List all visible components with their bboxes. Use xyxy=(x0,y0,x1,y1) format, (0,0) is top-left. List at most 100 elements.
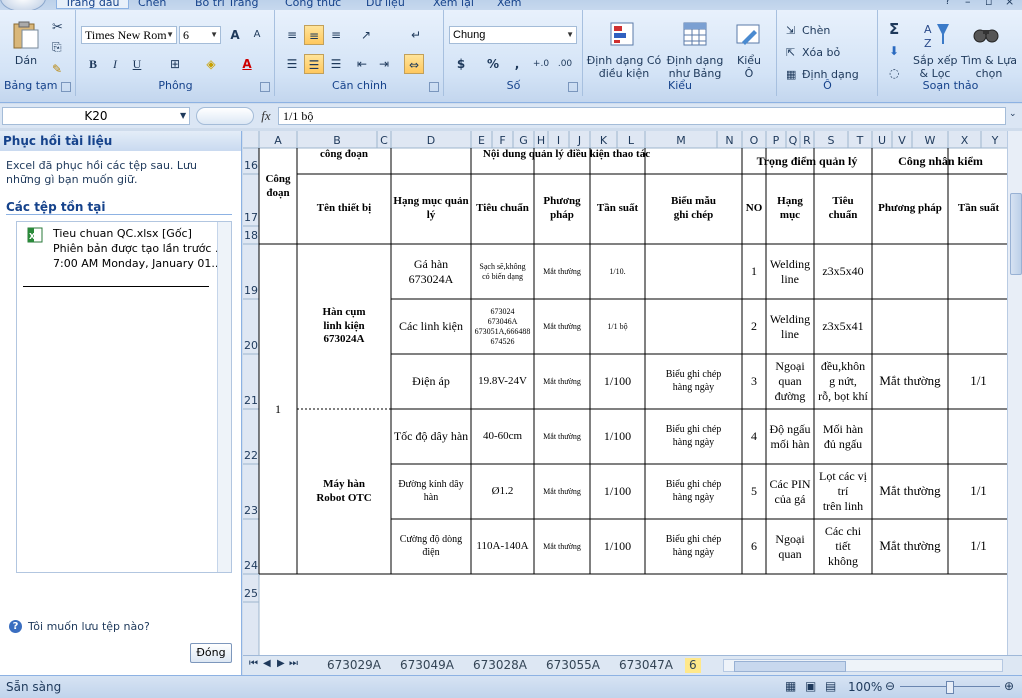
grow-font-button[interactable]: A xyxy=(225,25,245,45)
table-cell[interactable] xyxy=(872,409,948,464)
header-cell[interactable]: Hạng mục xyxy=(766,174,814,244)
autosum-button[interactable]: Σ xyxy=(889,20,899,38)
column-header[interactable]: J xyxy=(577,134,581,147)
header-cell[interactable]: NO xyxy=(742,174,766,244)
close-pane-button[interactable]: Đóng xyxy=(190,643,232,663)
table-cell[interactable]: đều,khôn g nứt, rỗ, bọt khí xyxy=(814,354,872,409)
sheet-tab[interactable]: 673028A xyxy=(473,658,527,673)
cell-styles-icon[interactable] xyxy=(734,20,764,50)
minimize-icon[interactable]: – xyxy=(965,0,971,8)
restore-icon[interactable]: ▫ xyxy=(985,0,992,8)
no-cell[interactable]: 5 xyxy=(742,464,766,519)
column-header[interactable]: K xyxy=(600,134,608,147)
column-header[interactable]: H xyxy=(537,134,545,147)
table-cell[interactable]: Mối hàn đủ ngấu xyxy=(814,409,872,464)
insert-button[interactable]: Chèn xyxy=(802,24,830,37)
table-cell[interactable]: Mắt thường xyxy=(534,464,590,519)
table-cell[interactable]: Đường kính dây hàn xyxy=(391,464,471,519)
name-box[interactable]: K20 xyxy=(2,107,190,125)
find-select-button[interactable]: Tìm & Lựa chọn xyxy=(961,54,1017,80)
column-header[interactable]: M xyxy=(676,134,686,147)
zoom-level[interactable]: 100% xyxy=(848,680,882,694)
table-cell[interactable]: 1/100 xyxy=(590,519,645,574)
column-header[interactable]: R xyxy=(803,134,811,147)
zoom-slider-thumb[interactable] xyxy=(946,681,954,694)
table-cell[interactable]: Mắt thường xyxy=(534,409,590,464)
font-launcher-icon[interactable] xyxy=(260,82,270,92)
sheet-tab-active[interactable]: 6 xyxy=(685,658,701,673)
row-header[interactable]: 18 xyxy=(244,229,258,242)
sheet-tab[interactable]: 673029A xyxy=(327,658,381,673)
cut-icon[interactable]: ✂ xyxy=(52,20,63,35)
delete-button[interactable]: Xóa bỏ xyxy=(802,46,840,59)
number-launcher-icon[interactable] xyxy=(568,82,578,92)
table-cell[interactable]: Ngoại quan đường xyxy=(766,354,814,409)
header-cell[interactable]: Công nhân kiểm xyxy=(872,148,1007,174)
number-format-combo[interactable]: Chung ▼ xyxy=(449,26,577,44)
table-cell[interactable]: 1/1 xyxy=(948,464,1007,519)
sheet-tab[interactable]: 673047A xyxy=(619,658,673,673)
no-cell[interactable]: 3 xyxy=(742,354,766,409)
expand-formula-icon[interactable]: ⌄ xyxy=(1009,109,1017,119)
recovery-file-item[interactable]: X Tieu chuan QC.xlsx [Gốc] Phiên bản đượ… xyxy=(19,224,225,284)
header-cell[interactable]: Biểu mẫu ghi chép xyxy=(645,174,742,244)
italic-button[interactable]: I xyxy=(105,54,125,74)
font-size-combo[interactable]: 6 ▼ xyxy=(179,26,221,44)
sort-filter-icon[interactable]: AZ xyxy=(921,20,951,50)
table-cell[interactable]: Welding line xyxy=(766,299,814,354)
table-cell[interactable]: 40-60cm xyxy=(471,409,534,464)
column-header[interactable]: C xyxy=(380,134,388,147)
sheet-tab[interactable]: 673049A xyxy=(400,658,454,673)
comma-button[interactable]: , xyxy=(507,54,527,74)
table-cell[interactable]: Biểu ghi chép hàng ngày xyxy=(645,354,742,409)
table-cell[interactable]: Độ ngấu mối hàn xyxy=(766,409,814,464)
align-center-icon[interactable]: ☰ xyxy=(304,54,324,74)
fill-icon[interactable]: ⬇ xyxy=(889,44,899,58)
tab-formulas[interactable]: Công thức xyxy=(285,0,341,9)
header-cell[interactable]: Tần suất xyxy=(590,174,645,244)
column-header[interactable]: Q xyxy=(789,134,798,147)
column-header[interactable]: F xyxy=(499,134,505,147)
table-cell[interactable]: Các chi tiết không xyxy=(814,519,872,574)
column-header[interactable]: S xyxy=(828,134,835,147)
header-cell[interactable]: Tần suất xyxy=(948,174,1007,244)
prev-sheet-icon[interactable]: ◀ xyxy=(263,658,271,669)
increase-indent-icon[interactable]: ⇥ xyxy=(374,54,394,74)
first-sheet-icon[interactable]: ⏮ xyxy=(249,658,258,669)
table-cell[interactable]: Biểu ghi chép hàng ngày xyxy=(645,519,742,574)
format-table-button[interactable]: Định dạng như Bảng xyxy=(664,54,726,80)
row-header[interactable]: 19 xyxy=(244,284,258,297)
table-cell[interactable]: 673024 673046A 673051A,666488 674526 xyxy=(471,299,534,354)
table-cell[interactable]: Điện áp xyxy=(391,354,471,409)
header-cell[interactable]: Trọng điểm quản lý xyxy=(742,148,872,174)
pane-list-scrollbar[interactable] xyxy=(217,222,231,572)
next-sheet-icon[interactable]: ▶ xyxy=(277,658,285,669)
tab-insert[interactable]: Chèn xyxy=(138,0,166,9)
percent-button[interactable]: % xyxy=(483,54,503,74)
column-header[interactable]: W xyxy=(925,134,936,147)
align-left-icon[interactable]: ☰ xyxy=(282,54,302,74)
last-sheet-icon[interactable]: ⏭ xyxy=(289,658,298,669)
orientation-icon[interactable]: ↗ xyxy=(356,25,376,45)
table-cell[interactable]: Welding line xyxy=(766,244,814,299)
row-header[interactable]: 17 xyxy=(244,211,258,224)
conditional-format-button[interactable]: Định dạng Có điều kiện xyxy=(586,54,662,80)
formula-bar-splitter[interactable] xyxy=(196,107,254,125)
stage-number-cell[interactable]: 1 xyxy=(259,244,297,574)
table-cell[interactable]: 1/10. xyxy=(590,244,645,299)
table-cell[interactable] xyxy=(872,299,948,354)
scroll-thumb[interactable] xyxy=(1010,193,1022,275)
tab-home[interactable]: Trang đầu xyxy=(56,0,129,9)
merge-center-icon[interactable]: ⇔ xyxy=(404,54,424,74)
header-cell[interactable]: Tên thiết bị xyxy=(297,174,391,244)
table-cell[interactable]: 1/1 xyxy=(948,354,1007,409)
decrease-indent-icon[interactable]: ⇤ xyxy=(352,54,372,74)
table-cell[interactable]: Cường độ dòng điện xyxy=(391,519,471,574)
close-icon[interactable]: × xyxy=(1005,0,1014,8)
column-header[interactable]: I xyxy=(557,134,560,147)
row-header[interactable]: 16 xyxy=(244,159,258,172)
font-name-combo[interactable]: Times New Rom ▼ xyxy=(81,26,177,44)
normal-view-icon[interactable]: ▦ xyxy=(785,679,796,693)
column-header[interactable]: U xyxy=(878,134,886,147)
row-header[interactable]: 21 xyxy=(244,394,258,407)
